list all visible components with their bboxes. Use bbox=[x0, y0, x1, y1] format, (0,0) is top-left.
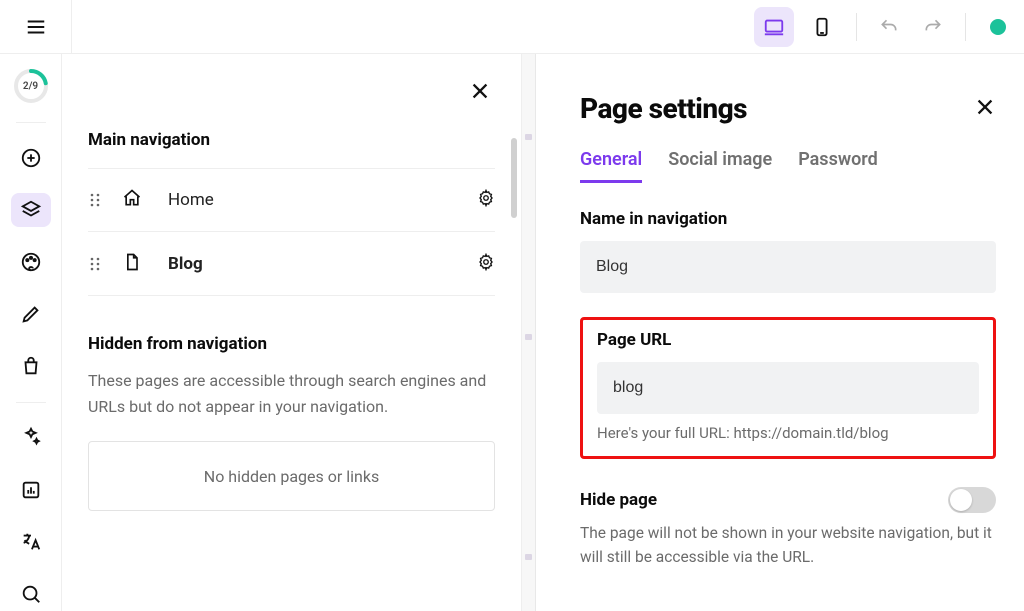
panel-close-button[interactable] bbox=[469, 80, 491, 106]
hide-page-toggle[interactable] bbox=[948, 487, 996, 513]
name-field-block: Name in navigation bbox=[580, 209, 996, 293]
progress-label: 2/9 bbox=[13, 68, 49, 104]
hide-page-row: Hide page bbox=[580, 487, 996, 513]
search-button[interactable] bbox=[11, 577, 51, 611]
main-nav-heading: Main navigation bbox=[88, 130, 495, 150]
page-label: Home bbox=[168, 190, 457, 210]
settings-tabs: General Social image Password bbox=[580, 149, 996, 183]
top-bar bbox=[0, 0, 1024, 54]
translate-button[interactable] bbox=[11, 525, 51, 559]
tab-social-image[interactable]: Social image bbox=[668, 149, 772, 183]
menu-button[interactable] bbox=[0, 0, 72, 53]
pages-button[interactable] bbox=[11, 193, 51, 227]
nav-row-home[interactable]: Home bbox=[88, 168, 495, 232]
nav-list: Home Blog bbox=[88, 168, 495, 296]
pages-panel: Main navigation Home Blog Hidden from na… bbox=[62, 54, 522, 611]
page-settings-button[interactable] bbox=[477, 253, 495, 275]
ai-button[interactable] bbox=[11, 420, 51, 454]
mobile-view-button[interactable] bbox=[802, 7, 842, 47]
home-icon bbox=[122, 188, 142, 212]
design-button[interactable] bbox=[11, 245, 51, 279]
hidden-empty-label: No hidden pages or links bbox=[204, 467, 379, 486]
progress-indicator[interactable]: 2/9 bbox=[13, 68, 49, 104]
hidden-nav-help: These pages are accessible through searc… bbox=[88, 368, 495, 419]
name-label: Name in navigation bbox=[580, 209, 996, 229]
hide-page-description: The page will not be shown in your websi… bbox=[580, 521, 996, 569]
url-note: Here's your full URL: https://domain.tld… bbox=[597, 424, 979, 442]
add-button[interactable] bbox=[11, 141, 51, 175]
drag-handle-icon[interactable] bbox=[88, 193, 102, 207]
top-controls bbox=[754, 7, 1024, 47]
redo-button[interactable] bbox=[915, 9, 951, 45]
url-label: Page URL bbox=[597, 330, 979, 350]
page-settings-button[interactable] bbox=[477, 189, 495, 211]
settings-close-button[interactable] bbox=[974, 96, 996, 122]
url-highlight-box: Page URL Here's your full URL: https://d… bbox=[580, 317, 996, 459]
edit-button[interactable] bbox=[11, 297, 51, 331]
tool-rail: 2/9 bbox=[0, 54, 62, 611]
name-input[interactable] bbox=[580, 241, 996, 293]
desktop-view-button[interactable] bbox=[754, 7, 794, 47]
status-indicator bbox=[990, 19, 1006, 35]
url-input[interactable] bbox=[597, 362, 979, 414]
canvas-sliver bbox=[522, 54, 536, 611]
drag-handle-icon[interactable] bbox=[88, 257, 102, 271]
file-icon bbox=[122, 252, 142, 276]
hidden-nav-heading: Hidden from navigation bbox=[88, 334, 495, 354]
hidden-empty-state: No hidden pages or links bbox=[88, 441, 495, 511]
settings-title: Page settings bbox=[580, 92, 747, 125]
store-button[interactable] bbox=[11, 349, 51, 383]
tab-password[interactable]: Password bbox=[798, 149, 878, 183]
undo-button[interactable] bbox=[871, 9, 907, 45]
page-settings-panel: Page settings General Social image Passw… bbox=[536, 54, 1024, 611]
page-label: Blog bbox=[168, 254, 457, 274]
panel-scrollbar[interactable] bbox=[511, 118, 517, 611]
stats-button[interactable] bbox=[11, 473, 51, 507]
nav-row-blog[interactable]: Blog bbox=[88, 232, 495, 296]
hide-page-label: Hide page bbox=[580, 490, 657, 510]
tab-general[interactable]: General bbox=[580, 149, 642, 183]
